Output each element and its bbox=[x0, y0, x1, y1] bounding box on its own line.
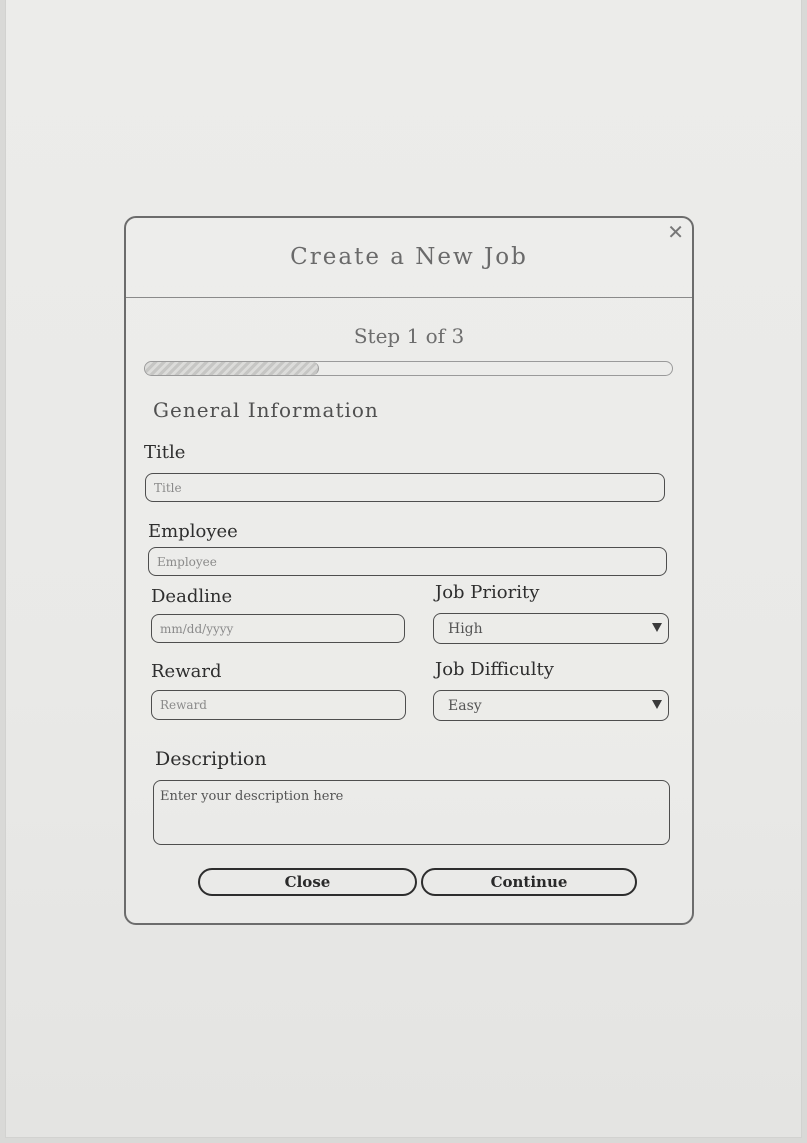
job-difficulty-label: Job Difficulty bbox=[435, 659, 554, 680]
job-priority-value: High bbox=[448, 621, 483, 637]
chevron-down-icon bbox=[652, 700, 662, 709]
section-title: General Information bbox=[153, 398, 379, 422]
close-icon[interactable]: ✕ bbox=[667, 220, 684, 244]
create-job-dialog: Create a New Job ✕ Step 1 of 3 General I… bbox=[124, 216, 694, 925]
dialog-title: Create a New Job bbox=[290, 244, 528, 270]
paper-background: Create a New Job ✕ Step 1 of 3 General I… bbox=[6, 0, 801, 1137]
job-difficulty-select[interactable]: Easy bbox=[433, 690, 669, 721]
description-label: Description bbox=[155, 748, 267, 770]
title-label: Title bbox=[144, 442, 186, 463]
reward-input[interactable] bbox=[151, 690, 406, 720]
title-input[interactable] bbox=[145, 473, 665, 502]
dialog-header: Create a New Job ✕ bbox=[126, 218, 692, 298]
progress-bar bbox=[144, 361, 673, 376]
description-textarea[interactable] bbox=[153, 780, 670, 845]
deadline-label: Deadline bbox=[151, 586, 233, 607]
chevron-down-icon bbox=[652, 623, 662, 632]
close-button[interactable]: Close bbox=[198, 868, 417, 896]
progress-bar-fill bbox=[145, 362, 319, 375]
job-difficulty-value: Easy bbox=[448, 698, 482, 714]
employee-input[interactable] bbox=[148, 547, 667, 576]
employee-label: Employee bbox=[148, 521, 238, 542]
step-indicator: Step 1 of 3 bbox=[353, 324, 465, 348]
job-priority-label: Job Priority bbox=[435, 582, 540, 603]
deadline-input[interactable] bbox=[151, 614, 405, 643]
job-priority-select[interactable]: High bbox=[433, 613, 669, 644]
reward-label: Reward bbox=[151, 661, 222, 682]
continue-button[interactable]: Continue bbox=[421, 868, 637, 896]
